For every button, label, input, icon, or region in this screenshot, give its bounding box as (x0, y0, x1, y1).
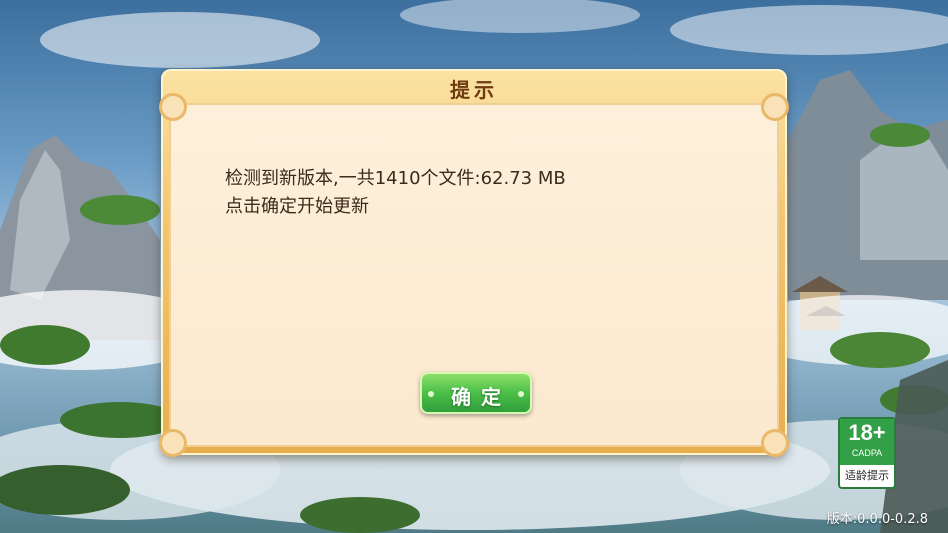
confirm-button-label: 确定 (451, 385, 511, 409)
button-dot-icon (428, 391, 434, 397)
dialog-title: 提示 (450, 78, 498, 102)
pine-tree (300, 497, 420, 533)
sky-cloud (670, 5, 948, 55)
corner-ornament-icon (761, 429, 789, 457)
age-rating-badge[interactable]: 18+ CADPA 适龄提示 (838, 417, 896, 489)
version-label: 版本:0.0.0-0.2.8 (826, 512, 928, 527)
corner-ornament-icon (159, 429, 187, 457)
age-rating-value: 18+ (848, 420, 886, 445)
age-rating-org: CADPA (851, 448, 883, 458)
button-dot-icon (518, 391, 524, 397)
update-message-line: 检测到新版本,一共1410个文件:62.73 MB (225, 168, 566, 189)
corner-ornament-icon (159, 93, 187, 121)
game-screen: 提示 检测到新版本,一共1410个文件:62.73 MB 点击确定开始更新 确定… (0, 0, 948, 533)
age-rating-header: 18+ CADPA (840, 419, 894, 465)
dialog-title-bar: 提示 (161, 69, 787, 103)
pine-tree (830, 332, 930, 368)
update-message-line: 点击确定开始更新 (225, 196, 369, 217)
sky-cloud (40, 12, 320, 68)
age-tip-label: 适龄提示 (845, 469, 889, 482)
update-message: 检测到新版本,一共1410个文件:62.73 MB 点击确定开始更新 (225, 165, 745, 221)
confirm-button[interactable]: 确定 (420, 372, 532, 414)
pine-tree (80, 195, 160, 225)
pine-tree (870, 123, 930, 147)
corner-ornament-icon (761, 93, 789, 121)
sky-cloud (400, 0, 640, 33)
pine-tree (0, 325, 90, 365)
